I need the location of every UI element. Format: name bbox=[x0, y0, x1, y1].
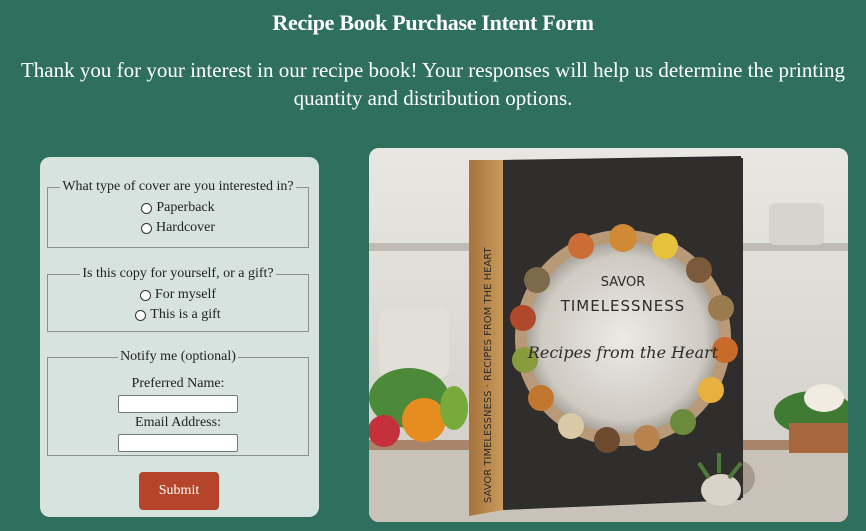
book-spine-text: SAVOR TIMELESSNESS · RECIPES FROM THE HE… bbox=[483, 247, 494, 503]
radio-label: Paperback bbox=[156, 200, 215, 215]
book-title-main: TIMELESSNESS bbox=[560, 297, 686, 315]
name-label: Preferred Name: bbox=[131, 376, 225, 391]
book-cover-image: SAVOR TIMELESSNESS Recipes from the Hear… bbox=[369, 148, 848, 522]
radio-label: Hardcover bbox=[155, 220, 216, 235]
radio-hardcover[interactable]: Hardcover bbox=[48, 218, 308, 238]
radio-for-myself[interactable]: For myself bbox=[48, 285, 308, 305]
radio-icon[interactable] bbox=[141, 202, 153, 214]
name-input[interactable] bbox=[118, 395, 238, 413]
cover-type-fieldset: What type of cover are you interested in… bbox=[47, 179, 309, 248]
recipient-fieldset: Is this copy for yourself, or a gift? Fo… bbox=[47, 266, 309, 332]
cover-type-legend: What type of cover are you interested in… bbox=[62, 179, 294, 194]
radio-icon[interactable] bbox=[135, 309, 147, 321]
radio-gift[interactable]: This is a gift bbox=[48, 305, 308, 325]
notify-fieldset: Notify me (optional) Preferred Name: Ema… bbox=[47, 349, 309, 456]
intro-text: Thank you for your interest in our recip… bbox=[20, 58, 846, 110]
book-illustration: SAVOR TIMELESSNESS Recipes from the Hear… bbox=[369, 148, 848, 522]
submit-button[interactable]: Submit bbox=[139, 472, 219, 510]
radio-icon[interactable] bbox=[139, 289, 151, 301]
radio-label: For myself bbox=[154, 287, 217, 302]
radio-icon[interactable] bbox=[140, 222, 152, 234]
radio-label: This is a gift bbox=[150, 307, 221, 322]
purchase-intent-form: What type of cover are you interested in… bbox=[40, 157, 319, 517]
notify-legend: Notify me (optional) bbox=[120, 349, 236, 364]
book-subtitle: Recipes from the Heart bbox=[527, 343, 719, 362]
email-label: Email Address: bbox=[135, 415, 221, 430]
email-input[interactable] bbox=[118, 434, 238, 452]
book-title-top: SAVOR bbox=[601, 275, 645, 290]
page-title: Recipe Book Purchase Intent Form bbox=[272, 10, 594, 35]
recipient-legend: Is this copy for yourself, or a gift? bbox=[82, 266, 274, 281]
radio-paperback[interactable]: Paperback bbox=[48, 198, 308, 218]
